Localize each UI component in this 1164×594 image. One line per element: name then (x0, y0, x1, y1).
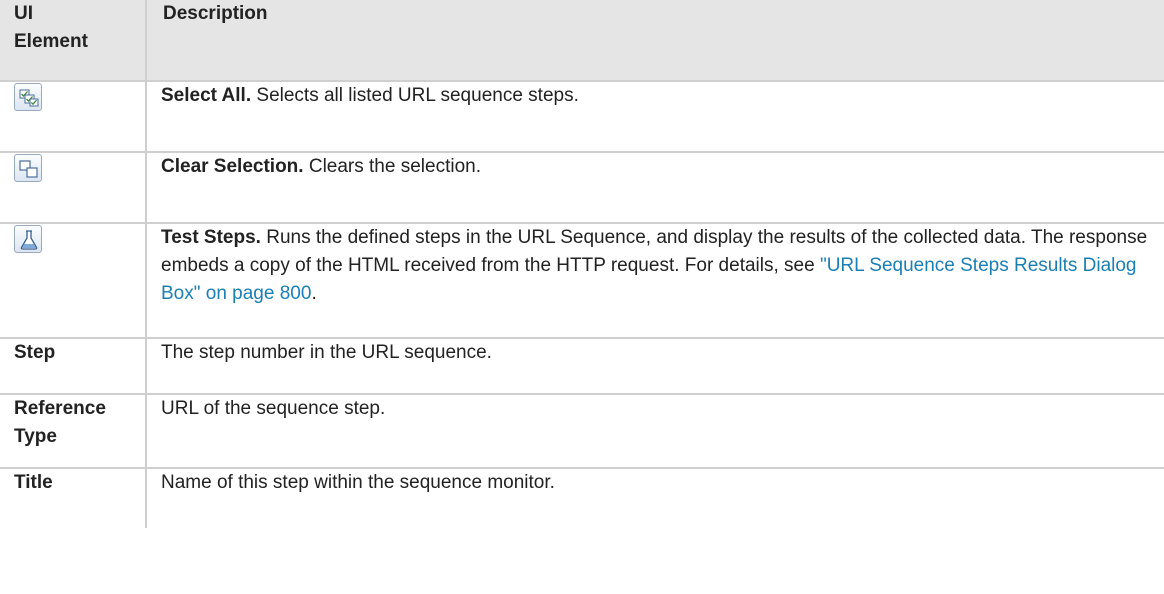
description-cell: Test Steps. Runs the defined steps in th… (145, 222, 1164, 339)
ui-element-cell: Title (0, 467, 147, 528)
description-cell: The step number in the URL sequence. (145, 337, 1164, 395)
table-row: Step The step number in the URL sequence… (0, 337, 1164, 395)
test-steps-flask-icon (14, 225, 42, 253)
table-header-row: UI Element Description (0, 0, 1164, 82)
description-text-end: . (311, 283, 317, 304)
table-row: Test Steps. Runs the defined steps in th… (0, 222, 1164, 339)
header-ui-element: UI Element (0, 0, 147, 82)
term-clear-selection: Clear Selection. (161, 156, 304, 177)
ui-element-cell (0, 151, 147, 224)
ui-element-cell (0, 222, 147, 339)
description-text: Selects all listed URL sequence steps. (251, 85, 579, 106)
ui-elements-table: UI Element Description Select All. Select (0, 0, 1164, 528)
ui-element-cell: Reference Type (0, 393, 147, 469)
header-ui-element-line1: UI (14, 3, 33, 24)
description-cell: Clear Selection. Clears the selection. (145, 151, 1164, 224)
table-row: Reference Type URL of the sequence step. (0, 393, 1164, 469)
description-text: Clears the selection. (303, 156, 481, 177)
header-ui-element-line2: Element (14, 31, 88, 52)
term-select-all: Select All. (161, 85, 252, 106)
header-description: Description (145, 0, 1164, 82)
table-row: Select All. Selects all listed URL seque… (0, 80, 1164, 153)
select-all-icon (14, 83, 42, 111)
ui-element-cell (0, 80, 147, 153)
clear-selection-icon (14, 154, 42, 182)
description-cell: Select All. Selects all listed URL seque… (145, 80, 1164, 153)
table-row: Clear Selection. Clears the selection. (0, 151, 1164, 224)
table-row: Title Name of this step within the seque… (0, 467, 1164, 528)
description-cell: URL of the sequence step. (145, 393, 1164, 469)
description-cell: Name of this step within the sequence mo… (145, 467, 1164, 528)
term-test-steps: Test Steps. (161, 227, 261, 248)
ui-element-cell: Step (0, 337, 147, 395)
